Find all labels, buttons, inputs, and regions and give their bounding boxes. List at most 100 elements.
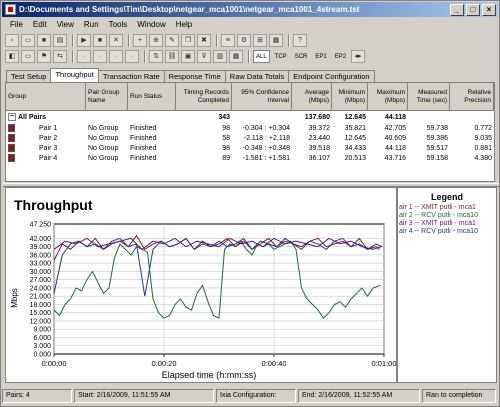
status-start: Start: 2/16/2009, 11:51:55 AM [74,389,214,403]
chart-title: Throughput [14,197,93,213]
col-average[interactable]: Average (Mbps) [292,83,332,110]
y-tick-label: 33.000 [30,261,52,268]
col-pair-group-name[interactable]: Pair Group Name [86,83,128,110]
help-icon[interactable]: ? [293,33,307,47]
all-maximum: 44.118 [384,114,406,121]
stop-icon[interactable]: ■ [93,33,107,47]
x-tick-label: 0:00:40 [261,359,286,368]
col-confidence-interval[interactable]: 95% Confidence Interval [232,83,292,110]
collapse-icon[interactable]: − [8,113,16,122]
print-icon[interactable]: ▤ [53,33,67,47]
scroll-arrows-icon[interactable]: ◂▸ [351,49,366,63]
legend-item[interactable]: air 2 -- RCV putli - mca10 [398,212,496,220]
y-tick-label: 15.000 [30,310,52,317]
tab-endpoint-configuration[interactable]: Endpoint Configuration [288,70,375,82]
add-pair-icon[interactable]: + [133,33,147,47]
status-run: Ran to completion [422,389,496,403]
y-tick-label: 18.000 [30,302,52,309]
maximize-button[interactable]: □ [466,3,480,16]
report-icon[interactable]: ▦ [269,33,283,47]
tab-raw-data-totals[interactable]: Raw Data Totals [224,70,290,82]
filter-icon[interactable]: ⊽ [197,49,211,63]
col-measured-time[interactable]: Measured Time (sec) [408,83,450,110]
menu-help[interactable]: Help [171,20,197,29]
throughput-chart-panel: Throughput 0.000 3.000 6.000 9.000 12.000 15.… [5,187,397,383]
col-run-status[interactable]: Run Status [128,83,176,110]
menu-window[interactable]: Window [132,20,170,29]
y-tick-label: 27.000 [30,277,52,284]
menu-run[interactable]: Run [79,20,104,29]
tab-test-setup[interactable]: Test Setup [6,70,52,82]
col-minimum[interactable]: Minimum (Mbps) [332,83,368,110]
stat-tcp-button[interactable]: TCP [272,50,290,63]
network-icon[interactable]: ⊞ [253,33,267,47]
legend-title: Legend [430,192,463,202]
table-row[interactable]: Pair 1 No Group Finished 98 -0.304 : +0.… [6,124,494,134]
delete-icon[interactable]: ✖ [197,33,211,47]
pair-icon [8,124,15,133]
script-icon[interactable]: ≡ [221,33,235,47]
options-icon[interactable]: ⚙ [237,33,251,47]
col-group[interactable]: Group [6,83,86,110]
menu-view[interactable]: View [52,20,79,29]
y-tick-label: 30.000 [30,269,52,276]
add-multicast-icon[interactable]: ⊕ [149,33,163,47]
stat-all-button[interactable]: ALL [253,49,270,63]
legend-item[interactable]: air 1 -- XMIT putli - mca1 [398,204,496,212]
folder-icon[interactable]: ▭ [21,49,35,63]
window-title: D:\Documents and Settings\Tim\Desktop\ne… [19,5,360,14]
all-pairs-row[interactable]: − All Pairs 343 137.680 12.645 44.118 [6,111,494,124]
menu-tools[interactable]: Tools [104,20,133,29]
legend-item[interactable]: air 3 -- XMIT putli - mca1 [398,220,496,228]
minimize-button[interactable]: _ [450,3,464,16]
close-button[interactable]: × [482,3,496,16]
y-tick-label: 12.000 [30,318,52,325]
save-icon[interactable]: ■ [37,33,51,47]
group-icon[interactable]: ◧ [5,49,19,63]
abandon-icon[interactable]: ✕ [109,33,123,47]
layout-icon[interactable]: ▦ [229,49,243,63]
table-row[interactable]: Pair 2 No Group Finished 58 -2.118 : +2.… [6,134,494,144]
y-tick-label: 0.000 [33,352,51,359]
throughput-chart: Throughput 0.000 3.0006.0009.000 12.00015.… [10,197,397,380]
stat-ep2-button[interactable]: EP2 [332,50,349,63]
table-row[interactable]: Pair 3 No Group Finished 98 -0.348 : +0.… [6,144,494,154]
disabled-icon-4: · [125,49,139,63]
edit-icon[interactable]: ✎ [165,33,179,47]
app-icon [5,4,16,15]
table-row[interactable]: Pair 4 No Group Finished 89 -1.581 : +1.… [6,154,494,164]
link-icon[interactable]: ⛓ [165,49,179,63]
tab-response-time[interactable]: Response Time [163,70,226,82]
col-relative-precision[interactable]: Relative Precision [450,83,494,110]
menu-bar: File Edit View Run Tools Window Help [2,17,498,31]
all-pairs-label: All Pairs [18,114,47,121]
tab-bar: Test Setup Throughput Transaction Rate R… [6,68,496,82]
open-folder-icon[interactable]: ▭ [21,33,35,47]
run-icon[interactable]: ▶ [77,33,91,47]
disabled-icon-2: · [93,49,107,63]
y-tick-label: 42.000 [30,236,52,243]
copy-icon[interactable]: ❐ [181,33,195,47]
stat-ep1-button[interactable]: EP1 [312,50,329,63]
chart-icon[interactable]: ▥ [213,49,227,63]
monitor-icon[interactable]: ▣ [181,49,195,63]
tab-transaction-rate[interactable]: Transaction Rate [97,70,165,82]
results-grid: Group Pair Group Name Run Status Timing … [5,82,495,182]
y-tick-label: 6.000 [33,335,51,342]
sort-icon[interactable]: ⇅ [149,49,163,63]
all-minimum: 12.645 [344,114,366,121]
y-tick-label: 24.000 [30,285,52,292]
menu-edit[interactable]: Edit [28,20,52,29]
pair-icon [8,144,15,153]
stat-scr-button[interactable]: SCR [292,50,311,63]
tab-throughput[interactable]: Throughput [50,68,99,82]
new-file-icon[interactable]: ▫ [5,33,19,47]
legend-item[interactable]: air 4 -- RCV putli - mca10 [398,228,496,236]
y-axis-label: Mbps [10,288,19,308]
flag-icon[interactable]: ⚑ [37,49,51,63]
pairs-icon[interactable]: ⇆ [53,49,67,63]
menu-file[interactable]: File [5,20,28,29]
col-maximum[interactable]: Maximum (Mbps) [368,83,408,110]
col-timing-records[interactable]: Timing Records Completed [176,83,232,110]
x-tick-label: 0:01:00 [371,359,396,368]
